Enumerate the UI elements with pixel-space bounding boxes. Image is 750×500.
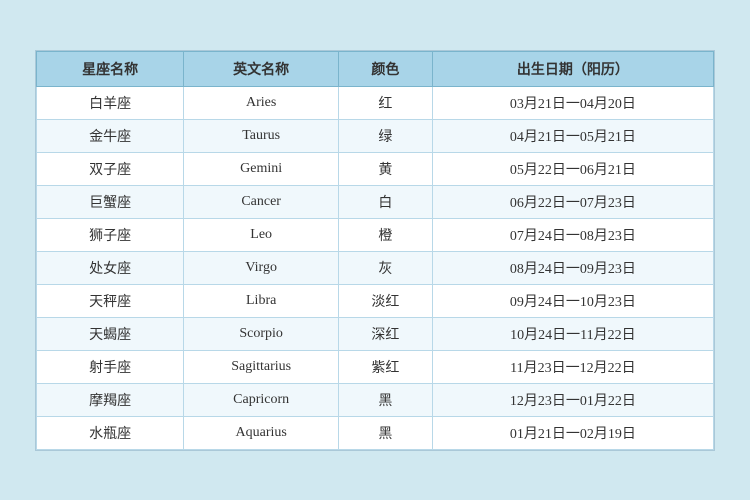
table-cell: 天秤座	[37, 284, 184, 317]
table-row: 巨蟹座Cancer白06月22日一07月23日	[37, 185, 714, 218]
table-cell: Virgo	[184, 251, 339, 284]
table-cell: Scorpio	[184, 317, 339, 350]
table-cell: 04月21日一05月21日	[432, 119, 713, 152]
table-header-cell: 英文名称	[184, 51, 339, 86]
table-header-row: 星座名称英文名称颜色出生日期（阳历）	[37, 51, 714, 86]
table-cell: Taurus	[184, 119, 339, 152]
table-cell: 巨蟹座	[37, 185, 184, 218]
table-cell: 08月24日一09月23日	[432, 251, 713, 284]
table-cell: Aries	[184, 86, 339, 119]
table-cell: 黑	[339, 383, 433, 416]
table-cell: 淡红	[339, 284, 433, 317]
table-cell: Sagittarius	[184, 350, 339, 383]
zodiac-table: 星座名称英文名称颜色出生日期（阳历） 白羊座Aries红03月21日一04月20…	[36, 51, 714, 450]
table-cell: 06月22日一07月23日	[432, 185, 713, 218]
table-header-cell: 颜色	[339, 51, 433, 86]
table-cell: Aquarius	[184, 416, 339, 449]
table-row: 白羊座Aries红03月21日一04月20日	[37, 86, 714, 119]
table-cell: 10月24日一11月22日	[432, 317, 713, 350]
table-cell: Cancer	[184, 185, 339, 218]
table-cell: 白	[339, 185, 433, 218]
table-cell: 橙	[339, 218, 433, 251]
table-row: 金牛座Taurus绿04月21日一05月21日	[37, 119, 714, 152]
table-cell: Capricorn	[184, 383, 339, 416]
table-cell: 金牛座	[37, 119, 184, 152]
table-cell: 05月22日一06月21日	[432, 152, 713, 185]
table-cell: 狮子座	[37, 218, 184, 251]
table-cell: 12月23日一01月22日	[432, 383, 713, 416]
table-row: 摩羯座Capricorn黑12月23日一01月22日	[37, 383, 714, 416]
table-cell: 双子座	[37, 152, 184, 185]
table-cell: 处女座	[37, 251, 184, 284]
table-cell: 射手座	[37, 350, 184, 383]
table-cell: 黄	[339, 152, 433, 185]
table-cell: 深红	[339, 317, 433, 350]
table-cell: 紫红	[339, 350, 433, 383]
zodiac-table-wrapper: 星座名称英文名称颜色出生日期（阳历） 白羊座Aries红03月21日一04月20…	[35, 50, 715, 451]
table-cell: Libra	[184, 284, 339, 317]
table-cell: Leo	[184, 218, 339, 251]
table-cell: 绿	[339, 119, 433, 152]
table-cell: Gemini	[184, 152, 339, 185]
table-header-cell: 出生日期（阳历）	[432, 51, 713, 86]
table-cell: 红	[339, 86, 433, 119]
table-cell: 黑	[339, 416, 433, 449]
table-row: 天秤座Libra淡红09月24日一10月23日	[37, 284, 714, 317]
table-cell: 摩羯座	[37, 383, 184, 416]
table-cell: 水瓶座	[37, 416, 184, 449]
table-row: 双子座Gemini黄05月22日一06月21日	[37, 152, 714, 185]
table-row: 射手座Sagittarius紫红11月23日一12月22日	[37, 350, 714, 383]
table-cell: 09月24日一10月23日	[432, 284, 713, 317]
table-cell: 天蝎座	[37, 317, 184, 350]
table-header-cell: 星座名称	[37, 51, 184, 86]
table-cell: 白羊座	[37, 86, 184, 119]
table-cell: 灰	[339, 251, 433, 284]
table-cell: 07月24日一08月23日	[432, 218, 713, 251]
table-cell: 03月21日一04月20日	[432, 86, 713, 119]
table-row: 狮子座Leo橙07月24日一08月23日	[37, 218, 714, 251]
table-body: 白羊座Aries红03月21日一04月20日金牛座Taurus绿04月21日一0…	[37, 86, 714, 449]
table-cell: 11月23日一12月22日	[432, 350, 713, 383]
table-cell: 01月21日一02月19日	[432, 416, 713, 449]
table-row: 天蝎座Scorpio深红10月24日一11月22日	[37, 317, 714, 350]
table-row: 水瓶座Aquarius黑01月21日一02月19日	[37, 416, 714, 449]
table-row: 处女座Virgo灰08月24日一09月23日	[37, 251, 714, 284]
